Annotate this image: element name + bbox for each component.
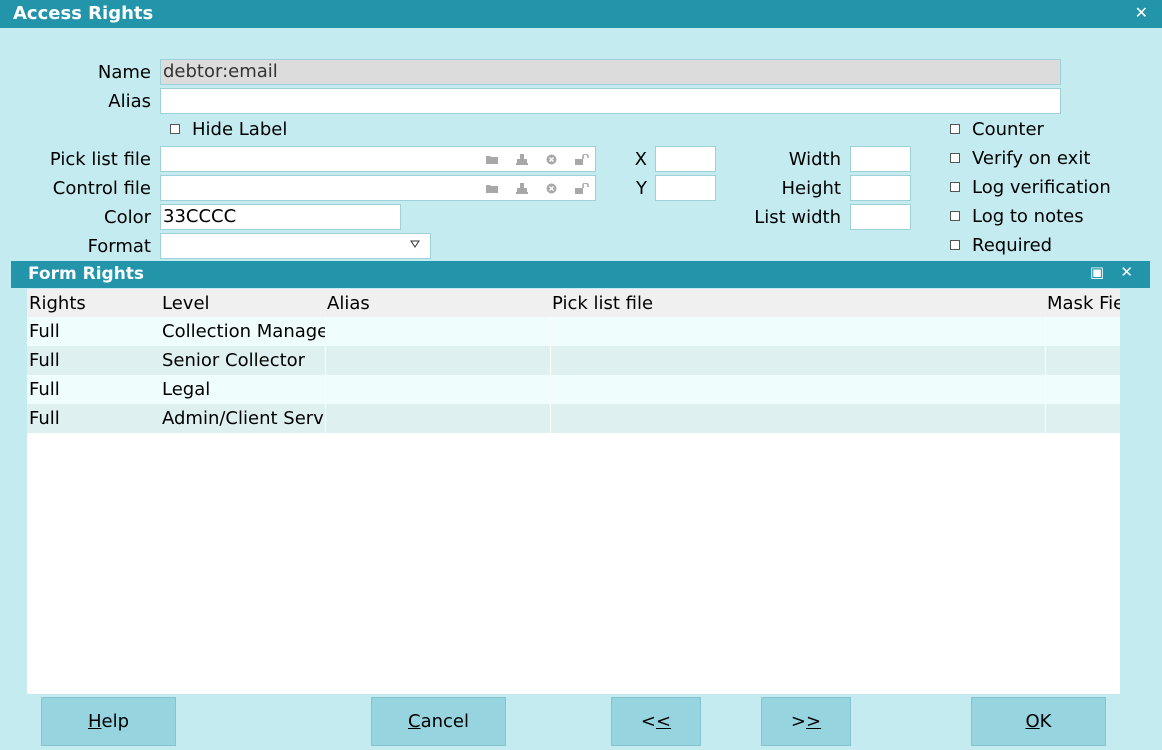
form-rights-header: Form Rights ▣ ✕ xyxy=(11,261,1150,288)
table-row[interactable]: Full Admin/Client Service xyxy=(27,404,1120,433)
column-header-rights[interactable]: Rights xyxy=(27,289,160,318)
cell-alias xyxy=(325,346,550,375)
name-field: debtor:email xyxy=(160,59,1061,85)
log-to-notes-checkbox[interactable] xyxy=(950,211,960,221)
lock-icon[interactable] xyxy=(575,153,589,165)
cell-mask xyxy=(1045,346,1120,375)
color-label: Color xyxy=(104,207,151,228)
list-width-label: List width xyxy=(754,207,841,228)
stamp-icon[interactable] xyxy=(516,182,528,194)
cancel-accel: C xyxy=(408,711,421,732)
cell-alias xyxy=(325,375,550,404)
cell-mask xyxy=(1045,404,1120,433)
control-tools xyxy=(486,176,589,200)
picklist-field[interactable] xyxy=(160,146,596,172)
cell-alias xyxy=(325,317,550,346)
help-rest: elp xyxy=(101,711,130,732)
x-label: X xyxy=(634,149,647,170)
log-to-notes-label: Log to notes xyxy=(972,206,1084,227)
lock-icon[interactable] xyxy=(575,182,589,194)
list-width-field[interactable] xyxy=(850,204,911,230)
next-pre: > xyxy=(790,711,806,732)
cell-picklist xyxy=(550,404,1045,433)
close-icon[interactable]: ✕ xyxy=(1120,263,1133,281)
cell-level: Collection Manager xyxy=(162,321,325,342)
form-rights-grid: Rights Level Alias Pick list file Mask F… xyxy=(27,289,1120,694)
required-label: Required xyxy=(972,235,1053,256)
counter-label: Counter xyxy=(972,119,1044,140)
width-field[interactable] xyxy=(850,146,911,172)
format-label: Format xyxy=(87,236,151,257)
next-accel: > xyxy=(806,711,822,732)
table-row[interactable]: Full Legal xyxy=(27,375,1120,404)
cell-rights: Full xyxy=(29,408,60,429)
picklist-label: Pick list file xyxy=(49,149,151,170)
name-label: Name xyxy=(97,62,151,83)
color-field[interactable]: 33CCCC xyxy=(160,204,401,230)
cell-mask xyxy=(1045,317,1120,346)
ok-rest: K xyxy=(1039,711,1052,732)
alias-label: Alias xyxy=(108,91,151,112)
y-field[interactable] xyxy=(655,175,716,201)
height-field[interactable] xyxy=(850,175,911,201)
verify-on-exit-label: Verify on exit xyxy=(972,148,1091,169)
cell-level: Admin/Client Service xyxy=(162,408,325,429)
help-accel: H xyxy=(87,711,102,732)
prev-pre: < xyxy=(640,711,656,732)
column-header-picklist[interactable]: Pick list file xyxy=(550,289,1045,318)
required-checkbox[interactable] xyxy=(950,240,960,250)
verify-on-exit-checkbox[interactable] xyxy=(950,153,960,163)
x-field[interactable] xyxy=(655,146,716,172)
log-verification-checkbox[interactable] xyxy=(950,182,960,192)
column-header-level[interactable]: Level xyxy=(160,289,325,318)
next-button[interactable]: >> xyxy=(761,697,851,746)
clear-icon[interactable] xyxy=(546,154,557,165)
table-row[interactable]: Full Collection Manager xyxy=(27,317,1120,346)
window-titlebar: Access Rights ✕ xyxy=(0,0,1162,28)
grid-header: Rights Level Alias Pick list file Mask F… xyxy=(27,289,1120,317)
help-button[interactable]: Help xyxy=(41,697,176,746)
previous-button[interactable]: << xyxy=(611,697,701,746)
folder-icon[interactable] xyxy=(486,183,498,193)
cell-picklist xyxy=(550,375,1045,404)
counter-checkbox[interactable] xyxy=(950,124,960,134)
ok-accel: O xyxy=(1025,711,1040,732)
cell-level: Senior Collector xyxy=(162,350,306,371)
clear-icon[interactable] xyxy=(546,183,557,194)
cell-picklist xyxy=(550,346,1045,375)
format-dropdown[interactable] xyxy=(160,233,431,259)
folder-icon[interactable] xyxy=(486,154,498,164)
cell-rights: Full xyxy=(29,321,60,342)
form-rights-title: Form Rights xyxy=(28,264,145,284)
cell-level: Legal xyxy=(162,379,211,400)
close-icon[interactable]: ✕ xyxy=(1135,3,1148,22)
alias-field[interactable] xyxy=(160,88,1061,114)
cell-rights: Full xyxy=(29,379,60,400)
chevron-down-icon xyxy=(410,240,420,248)
picklist-tools xyxy=(486,147,589,171)
y-label: Y xyxy=(636,178,647,199)
height-label: Height xyxy=(781,178,841,199)
maximize-icon[interactable]: ▣ xyxy=(1090,263,1104,281)
cell-alias xyxy=(325,404,550,433)
cell-mask xyxy=(1045,375,1120,404)
cancel-button[interactable]: Cancel xyxy=(371,697,506,746)
cell-rights: Full xyxy=(29,350,60,371)
stamp-icon[interactable] xyxy=(516,153,528,165)
hide-label-checkbox[interactable] xyxy=(170,124,180,134)
control-label: Control file xyxy=(52,178,151,199)
prev-accel: < xyxy=(656,711,672,732)
control-field[interactable] xyxy=(160,175,596,201)
width-label: Width xyxy=(788,149,841,170)
column-header-mask[interactable]: Mask Fie xyxy=(1045,289,1120,318)
log-verification-label: Log verification xyxy=(972,177,1111,198)
hide-label-text: Hide Label xyxy=(192,119,288,140)
ok-button[interactable]: OK xyxy=(971,697,1106,746)
window-title: Access Rights xyxy=(13,3,154,24)
column-header-alias[interactable]: Alias xyxy=(325,289,550,318)
cancel-rest: ancel xyxy=(420,711,469,732)
table-row[interactable]: Full Senior Collector xyxy=(27,346,1120,375)
cell-picklist xyxy=(550,317,1045,346)
